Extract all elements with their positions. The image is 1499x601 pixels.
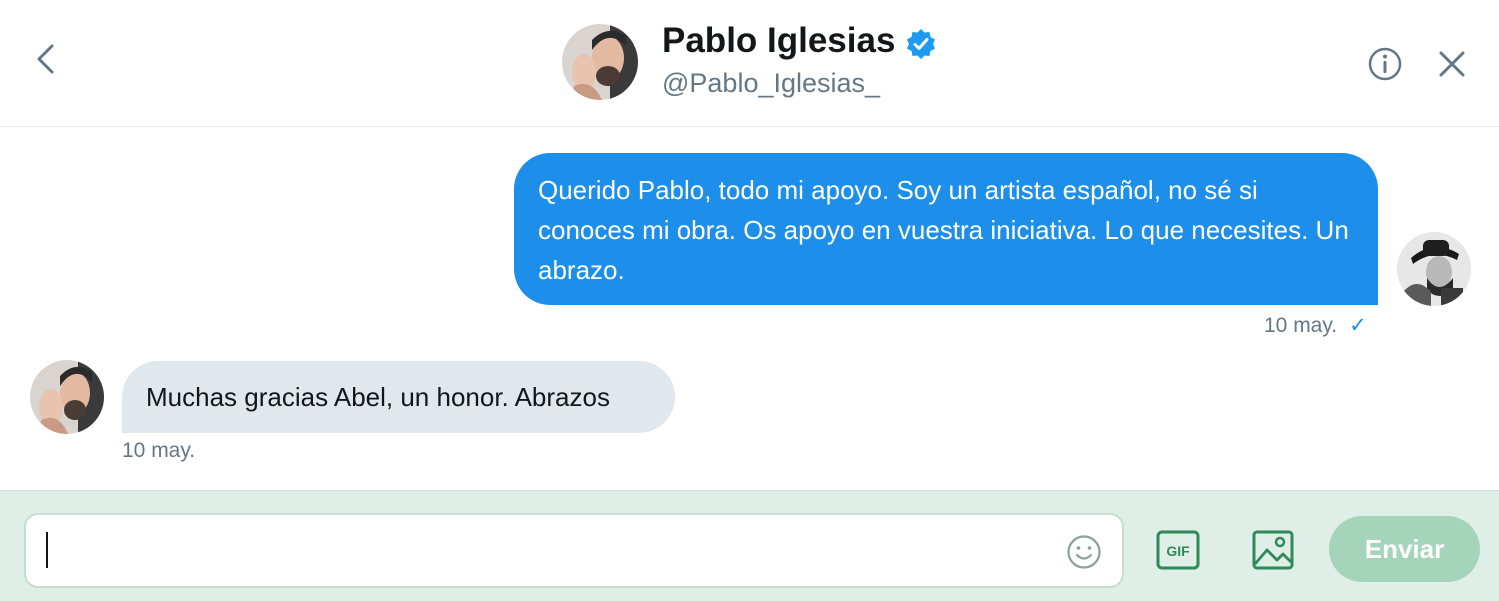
avatar-pablo-header[interactable]: [562, 24, 638, 100]
message-input[interactable]: [46, 529, 1046, 573]
emoji-icon[interactable]: [1066, 534, 1102, 570]
image-icon[interactable]: [1252, 530, 1294, 570]
outgoing-message-meta: 10 may. ✓: [1264, 312, 1367, 340]
back-arrow-icon[interactable]: [30, 40, 64, 80]
message-input-container[interactable]: [24, 513, 1124, 588]
avatar-pablo[interactable]: [30, 360, 104, 434]
message-timestamp: 10 may.: [122, 439, 196, 462]
incoming-message-bubble: Muchas gracias Abel, un honor. Abrazos: [122, 361, 675, 433]
gif-label: GIF: [1166, 543, 1190, 559]
check-icon: ✓: [1349, 314, 1367, 337]
message-timestamp: 10 may.: [1264, 314, 1338, 337]
contact-name: Pablo Iglesias: [662, 21, 896, 60]
conversation-header: Pablo Iglesias @Pablo_Iglesias_: [0, 0, 1499, 127]
contact-handle: @Pablo_Iglesias_: [662, 68, 881, 98]
text-caret: [46, 532, 48, 568]
outgoing-message-bubble: Querido Pablo, todo mi apoyo. Soy un art…: [514, 153, 1378, 305]
close-icon[interactable]: [1434, 46, 1470, 82]
info-icon[interactable]: [1366, 45, 1404, 83]
verified-badge-icon: [905, 28, 937, 60]
avatar-me[interactable]: [1397, 232, 1471, 306]
send-button[interactable]: Enviar: [1329, 516, 1480, 582]
gif-icon[interactable]: GIF: [1156, 530, 1200, 570]
